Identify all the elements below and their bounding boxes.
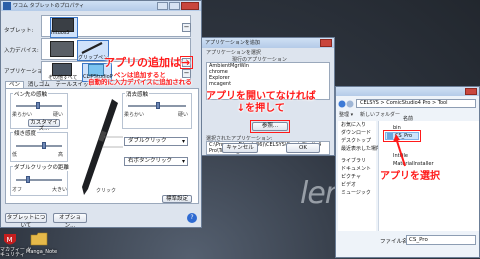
minimize-button[interactable] (157, 2, 168, 10)
click-label: クリック (96, 188, 117, 194)
tip-feel-knob[interactable] (36, 102, 40, 109)
organize-menu[interactable]: 整理 ▾ (339, 111, 353, 118)
tablet-row-label: タブレット: (4, 28, 34, 34)
navigation-pane: お気に入り ダウンロード デスクトップ 最近表示した場所 ライブラリ ドキュメン… (338, 121, 381, 231)
double-click-slider[interactable] (16, 179, 62, 181)
nav-item[interactable]: お気に入り (338, 121, 376, 129)
generic-device-icon (50, 41, 74, 57)
remove-tablet-button[interactable]: − (182, 23, 191, 32)
add-app-close-button[interactable] (320, 39, 332, 47)
nav-item[interactable]: ミュージック (338, 189, 376, 197)
upper-button-dropdown[interactable]: ダブルクリック (124, 137, 188, 146)
eraser-soft-label: 柔らかい (124, 112, 145, 118)
tab-row: ペン 消しゴム テールスイッチ (5, 80, 96, 88)
folder-desktop-icon[interactable] (30, 232, 48, 248)
nav-item[interactable]: ドキュメント (338, 165, 376, 173)
lower-button-dropdown[interactable]: 右ボタンクリック (124, 157, 188, 166)
help-icon[interactable]: ? (187, 213, 197, 223)
nav-item[interactable]: ダウンロード (338, 129, 376, 137)
nav-item[interactable]: 最近表示した場所 (338, 145, 381, 153)
tab-pen[interactable]: ペン (5, 81, 25, 88)
tilt-high-label: 高 (58, 152, 64, 158)
customize-button[interactable]: カスタマイズ... (28, 119, 60, 132)
window-title: ワコム タブレットのプロパティ (13, 3, 85, 9)
add-app-title: アプリケーションを追加 (205, 40, 260, 46)
cancel-button[interactable]: キャンセル (222, 143, 258, 153)
double-click-knob[interactable] (26, 176, 30, 183)
ok-button[interactable]: OK (286, 143, 320, 153)
red-arrow-icon (393, 134, 406, 167)
mcafee-shield-icon: M (4, 234, 16, 245)
firm-label: 硬い (53, 112, 64, 118)
file-dialog-close-button[interactable] (465, 88, 477, 95)
soft-label: 柔らかい (12, 112, 33, 118)
default-button[interactable]: 標準設定 (162, 195, 192, 203)
mcafee-desktop-icon[interactable]: M (2, 232, 20, 248)
tilt-knob[interactable] (42, 142, 46, 149)
browse-button-highlight (250, 120, 290, 133)
wacom-properties-window: ワコム タブレットのプロパティ タブレット: Intuos5 − 入力デバイス:… (0, 0, 202, 229)
eraser-feel-knob[interactable] (156, 102, 160, 109)
tip-feel-title: ペン先の感触 (13, 90, 49, 98)
tilt-slider[interactable] (16, 145, 62, 147)
nav-item[interactable]: ピクチャ (338, 173, 376, 181)
eraser-feel-title: 消去感触 (125, 90, 150, 98)
wacom-app-icon (3, 2, 11, 10)
file-dialog-title-bar (336, 87, 479, 96)
name-column-header[interactable]: 名前 (403, 115, 413, 122)
svg-text:M: M (7, 236, 13, 244)
annotation-select-app: アプリを選択 (380, 171, 440, 182)
nav-item[interactable]: ビデオ (338, 181, 376, 189)
nav-item[interactable]: ライブラリ (338, 157, 376, 165)
tilt-low-label: 低 (12, 152, 18, 158)
annotation-auto-add: ペンは追加すると 自動的に入力デバイスに追加される (88, 71, 192, 86)
filename-input[interactable]: CS_Pro (406, 235, 476, 245)
annotation-add-app: アプリの追加は→ (104, 56, 191, 69)
title-bar: ワコム タブレットのプロパティ (1, 1, 201, 11)
back-forward-icon[interactable] (338, 100, 354, 108)
about-tablet-button[interactable]: タブレットについて (5, 213, 47, 229)
maximize-button[interactable] (169, 2, 180, 10)
pen-illustration-icon (82, 99, 123, 195)
list-item[interactable]: mcagent (207, 81, 329, 87)
tablet-strip: Intuos5 (41, 15, 191, 38)
folder-icon (30, 232, 48, 246)
new-folder-button[interactable]: 新しいフォルダー (360, 111, 400, 118)
large-label: 大きい (52, 187, 68, 193)
eraser-firm-label: 硬い (178, 112, 189, 118)
folder-desktop-label: Manga_Note (26, 249, 58, 255)
tablet-name: Intuos5 (51, 30, 70, 36)
nav-item[interactable]: デスクトップ (338, 137, 376, 145)
off-label: オフ (12, 187, 23, 193)
input-device-row-label: 入力デバイス: (4, 48, 39, 54)
tilt-title: 傾き感度 (13, 129, 38, 137)
address-bar[interactable]: CELSYS > ComicStudio4 Pro > Tool (356, 99, 476, 108)
add-app-title-bar: アプリケーションを追加 (202, 38, 334, 48)
annotation-browse-hint: アプリを開いてなければ ↓を押して (206, 91, 316, 114)
pen-settings-panel: ペン先の感触 柔らかい 硬い カスタマイズ... 傾き感度 低 高 ダブルクリッ… (5, 88, 199, 204)
options-button[interactable]: オプション... (53, 213, 87, 229)
double-click-distance-title: ダブルクリックの距離 (13, 163, 71, 171)
grip-pen-icon (81, 42, 103, 54)
select-app-label: アプリケーションを選択 (206, 50, 261, 56)
close-button[interactable] (181, 2, 199, 10)
